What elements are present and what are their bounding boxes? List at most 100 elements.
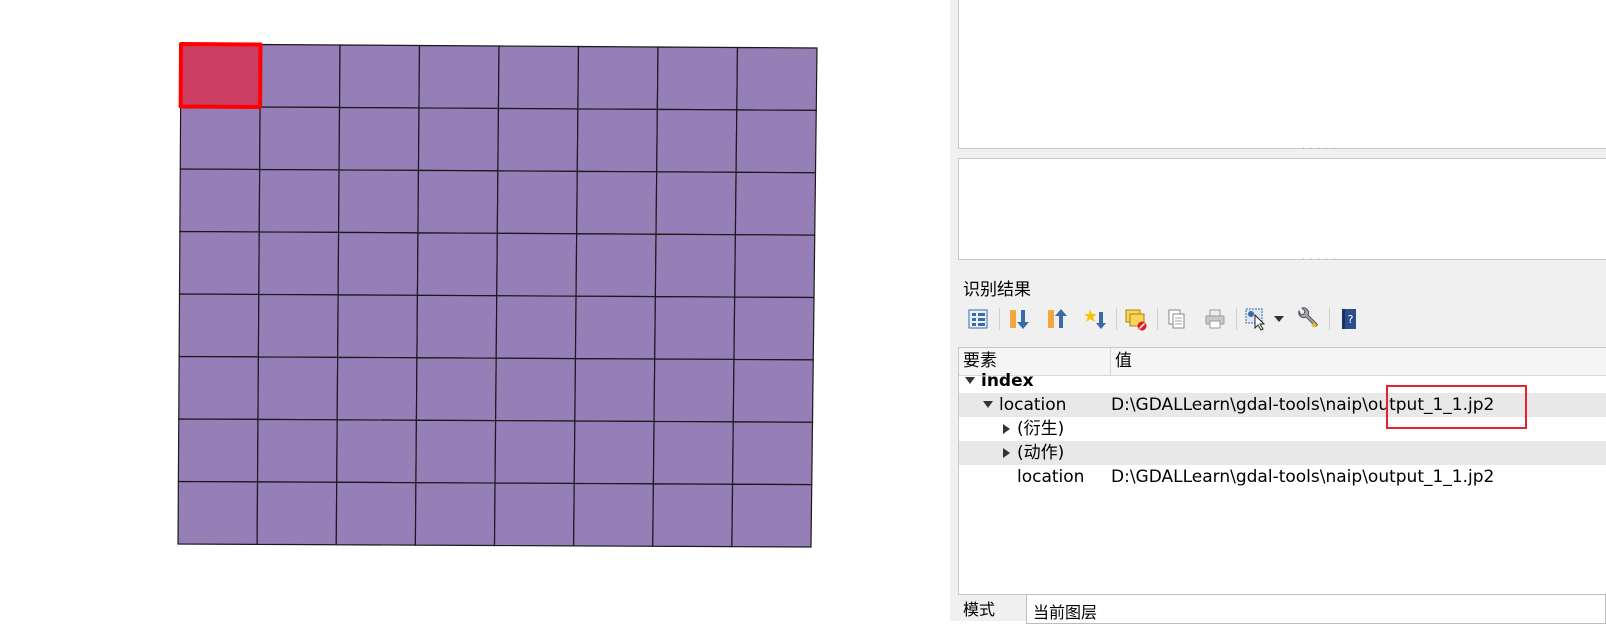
- grid-cell[interactable]: [574, 295, 656, 360]
- grid-cell[interactable]: [736, 46, 818, 111]
- toolbar-separator: [1157, 308, 1158, 330]
- attribute-value: D:\GDALLearn\gdal-tools\naip\output_1_1.…: [1111, 467, 1495, 487]
- selected-grid-cell[interactable]: [180, 43, 262, 108]
- chevron-down-icon[interactable]: [983, 401, 993, 408]
- grid-cell[interactable]: [259, 106, 341, 171]
- grid-cell[interactable]: [418, 44, 500, 110]
- copy-feature-icon[interactable]: [1162, 304, 1192, 334]
- grid-cell[interactable]: [577, 45, 659, 111]
- expand-new-results-icon[interactable]: [1080, 304, 1110, 334]
- upper-dock-area: [958, 0, 1606, 149]
- grid-cell[interactable]: [336, 419, 418, 484]
- grid-cell[interactable]: [495, 357, 577, 422]
- grid-cell[interactable]: [417, 107, 500, 172]
- tree-row-attribute[interactable]: location D:\GDALLearn\gdal-tools\naip\ou…: [959, 465, 1606, 489]
- layer-name: index: [981, 371, 1034, 391]
- collapse-all-icon[interactable]: [1042, 304, 1072, 334]
- grid-cell[interactable]: [256, 418, 338, 483]
- panel-splitter[interactable]: [950, 0, 958, 621]
- grid-cell[interactable]: [654, 233, 736, 298]
- grid-cell[interactable]: [179, 168, 261, 233]
- grid-cell[interactable]: [496, 170, 578, 235]
- expand-all-icon[interactable]: [1004, 304, 1034, 334]
- settings-wrench-icon[interactable]: [1293, 304, 1323, 334]
- identify-toolbar: ?: [963, 303, 1372, 335]
- panel-title: 识别结果: [963, 280, 1031, 300]
- grid-cell[interactable]: [734, 171, 817, 236]
- grid-cell[interactable]: [336, 356, 418, 421]
- grid-cell[interactable]: [655, 171, 737, 236]
- grid-cell[interactable]: [732, 358, 814, 423]
- expand-tree-icon[interactable]: [963, 304, 993, 334]
- map-canvas[interactable]: [0, 0, 950, 621]
- grid-cell[interactable]: [497, 45, 580, 110]
- attribute-label: location: [1017, 467, 1085, 487]
- grid-cell[interactable]: [496, 232, 578, 297]
- toolbar-separator: [1236, 308, 1237, 330]
- toolbar-separator: [1329, 308, 1330, 330]
- grid-cell[interactable]: [576, 108, 658, 173]
- mode-select[interactable]: 当前图层: [1026, 594, 1606, 624]
- grid-cell[interactable]: [495, 295, 577, 360]
- grid-cell[interactable]: [256, 481, 338, 546]
- resize-handle[interactable]: · · · · ·: [1302, 256, 1337, 265]
- grid-cell[interactable]: [258, 231, 340, 296]
- grid-cell[interactable]: [178, 293, 260, 358]
- grid-cell[interactable]: [652, 483, 734, 548]
- grid-cell[interactable]: [652, 420, 734, 485]
- help-icon[interactable]: ?: [1334, 304, 1364, 334]
- toolbar-separator: [1116, 308, 1117, 330]
- grid-cell[interactable]: [337, 169, 420, 234]
- grid-cell[interactable]: [337, 231, 419, 296]
- grid-cell[interactable]: [178, 355, 259, 421]
- chevron-down-icon[interactable]: [1273, 304, 1285, 334]
- chevron-down-icon[interactable]: [965, 377, 975, 384]
- grid-cell[interactable]: [417, 169, 499, 234]
- identify-mode-icon[interactable]: [1241, 304, 1271, 334]
- grid-cell[interactable]: [415, 419, 497, 484]
- grid-cell[interactable]: [257, 356, 339, 421]
- grid-cell[interactable]: [178, 230, 260, 296]
- grid-layer[interactable]: [0, 0, 950, 621]
- grid-cell[interactable]: [259, 43, 341, 109]
- grid-cell[interactable]: [654, 296, 736, 361]
- chevron-right-icon[interactable]: [1003, 448, 1010, 458]
- grid-cell[interactable]: [338, 106, 420, 172]
- grid-cell[interactable]: [573, 482, 655, 547]
- grid-cell[interactable]: [497, 107, 579, 172]
- annotation-highlight-box: [1386, 385, 1527, 429]
- grid-cell[interactable]: [731, 421, 814, 486]
- grid-cell[interactable]: [337, 294, 419, 359]
- grid-cell[interactable]: [416, 294, 498, 359]
- grid-cell[interactable]: [573, 420, 655, 485]
- grid-cell[interactable]: [656, 46, 739, 111]
- grid-cell[interactable]: [734, 234, 816, 299]
- grid-cell[interactable]: [576, 170, 658, 235]
- grid-cell[interactable]: [656, 108, 738, 173]
- grid-cell[interactable]: [257, 293, 339, 358]
- grid-cell[interactable]: [335, 481, 417, 546]
- grid-cell[interactable]: [179, 105, 261, 171]
- grid-cell[interactable]: [258, 168, 340, 234]
- grid-cell[interactable]: [735, 109, 817, 174]
- grid-cell[interactable]: [414, 482, 496, 547]
- grid-cell[interactable]: [338, 44, 421, 109]
- resize-handle[interactable]: · · · · ·: [1302, 145, 1337, 154]
- grid-cell[interactable]: [574, 358, 656, 423]
- tree-row-actions[interactable]: (动作): [959, 441, 1606, 465]
- svg-text:?: ?: [1348, 313, 1354, 326]
- actions-label: (动作): [1017, 443, 1065, 463]
- grid-cell[interactable]: [731, 483, 813, 548]
- grid-cell[interactable]: [653, 358, 735, 423]
- grid-cell[interactable]: [416, 232, 498, 297]
- clear-results-icon[interactable]: [1121, 304, 1151, 334]
- grid-cell[interactable]: [494, 420, 576, 485]
- chevron-right-icon[interactable]: [1003, 424, 1010, 434]
- grid-cell[interactable]: [177, 480, 259, 545]
- grid-cell[interactable]: [177, 418, 259, 483]
- grid-cell[interactable]: [415, 357, 497, 422]
- grid-cell[interactable]: [493, 482, 575, 547]
- print-icon[interactable]: [1200, 304, 1230, 334]
- grid-cell[interactable]: [575, 233, 657, 298]
- grid-cell[interactable]: [733, 296, 815, 361]
